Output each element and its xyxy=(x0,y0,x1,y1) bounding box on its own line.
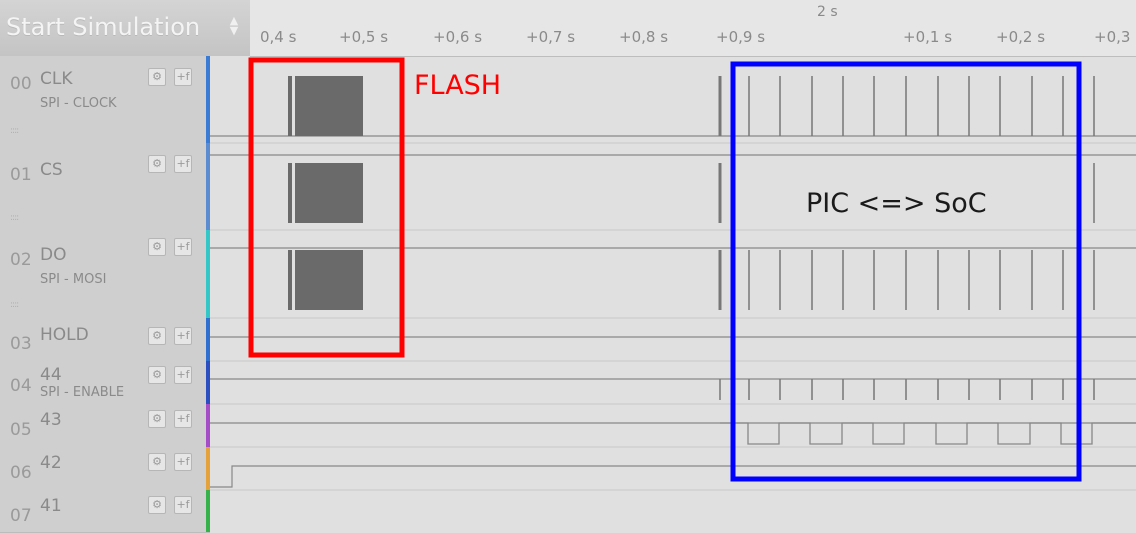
logic-analyzer-window: Start Simulation ▲ ▼ 2 s 0,4 s +0,5 s +0,… xyxy=(0,0,1136,533)
do-burst xyxy=(295,250,363,310)
clk-burst xyxy=(295,76,363,136)
pic-soc-label: PIC <=> SoC xyxy=(806,188,987,219)
cs-edge xyxy=(288,163,292,223)
clk-edge xyxy=(288,76,292,136)
flash-bursts xyxy=(288,76,363,310)
waveform-canvas[interactable] xyxy=(0,0,1136,532)
pic-soc-pulses xyxy=(718,76,1095,400)
do-edge xyxy=(288,250,292,310)
cs-burst xyxy=(295,163,363,223)
flash-label: FLASH xyxy=(414,70,502,101)
sig43-square xyxy=(720,422,1136,445)
